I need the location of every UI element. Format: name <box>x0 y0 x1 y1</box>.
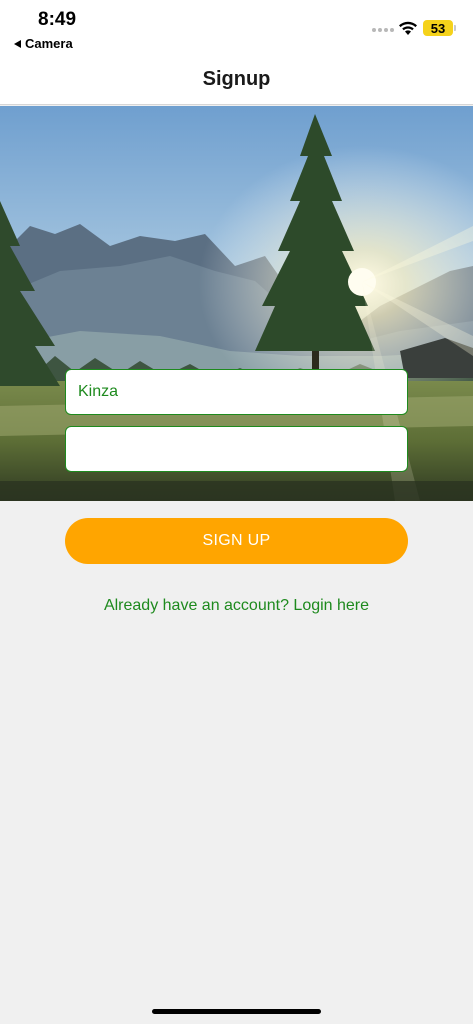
status-time: 8:49 <box>38 9 77 30</box>
battery-icon: 53 <box>423 20 453 36</box>
nav-header: Signup <box>0 56 473 105</box>
wifi-icon <box>399 21 417 35</box>
cellular-signal-icon <box>372 28 394 32</box>
name-input[interactable] <box>65 369 408 415</box>
battery-level: 53 <box>430 20 446 36</box>
page-title: Signup <box>202 67 271 90</box>
home-indicator <box>152 1009 321 1014</box>
signup-button[interactable]: SIGN UP <box>65 518 408 564</box>
second-input[interactable] <box>65 426 408 472</box>
status-bar: 8:49 Camera 53 <box>0 0 473 56</box>
back-to-camera-link[interactable]: Camera <box>14 36 73 51</box>
back-app-label: Camera <box>25 36 73 51</box>
login-link[interactable]: Already have an account? Login here <box>0 597 473 615</box>
back-arrow-icon <box>14 39 21 48</box>
battery-cap <box>454 25 456 31</box>
